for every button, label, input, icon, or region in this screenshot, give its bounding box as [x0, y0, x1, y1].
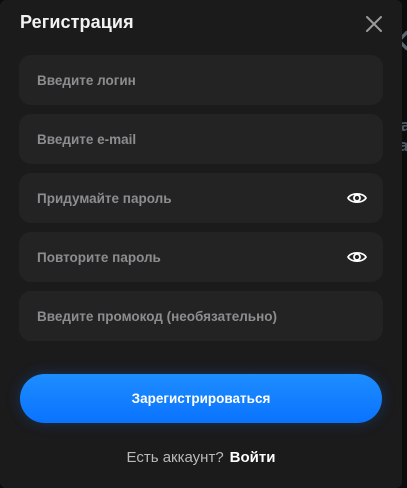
password-repeat-visibility-toggle[interactable]: [347, 248, 367, 266]
promo-field: [19, 291, 383, 341]
login-prompt-text: Есть аккаунт?: [126, 449, 224, 466]
close-icon: [366, 16, 382, 32]
email-input[interactable]: [37, 114, 337, 164]
login-link[interactable]: Войти: [230, 449, 276, 466]
login-field: [19, 55, 383, 105]
email-field: [19, 114, 383, 164]
password-repeat-input[interactable]: [37, 232, 337, 282]
promo-input[interactable]: [37, 291, 367, 341]
login-prompt: Есть аккаунт? Войти: [0, 449, 402, 466]
password-repeat-field: [19, 232, 383, 282]
eye-icon: [347, 192, 367, 204]
modal-title: Регистрация: [20, 12, 134, 32]
password-visibility-toggle[interactable]: [347, 189, 367, 207]
password-input[interactable]: [37, 173, 337, 223]
close-button[interactable]: [364, 14, 384, 34]
password-field: [19, 173, 383, 223]
registration-modal: Регистрация Зарегистрироватьс: [0, 0, 402, 488]
register-button[interactable]: Зарегистрироваться: [20, 374, 382, 423]
login-input[interactable]: [37, 55, 337, 105]
eye-icon: [347, 251, 367, 263]
